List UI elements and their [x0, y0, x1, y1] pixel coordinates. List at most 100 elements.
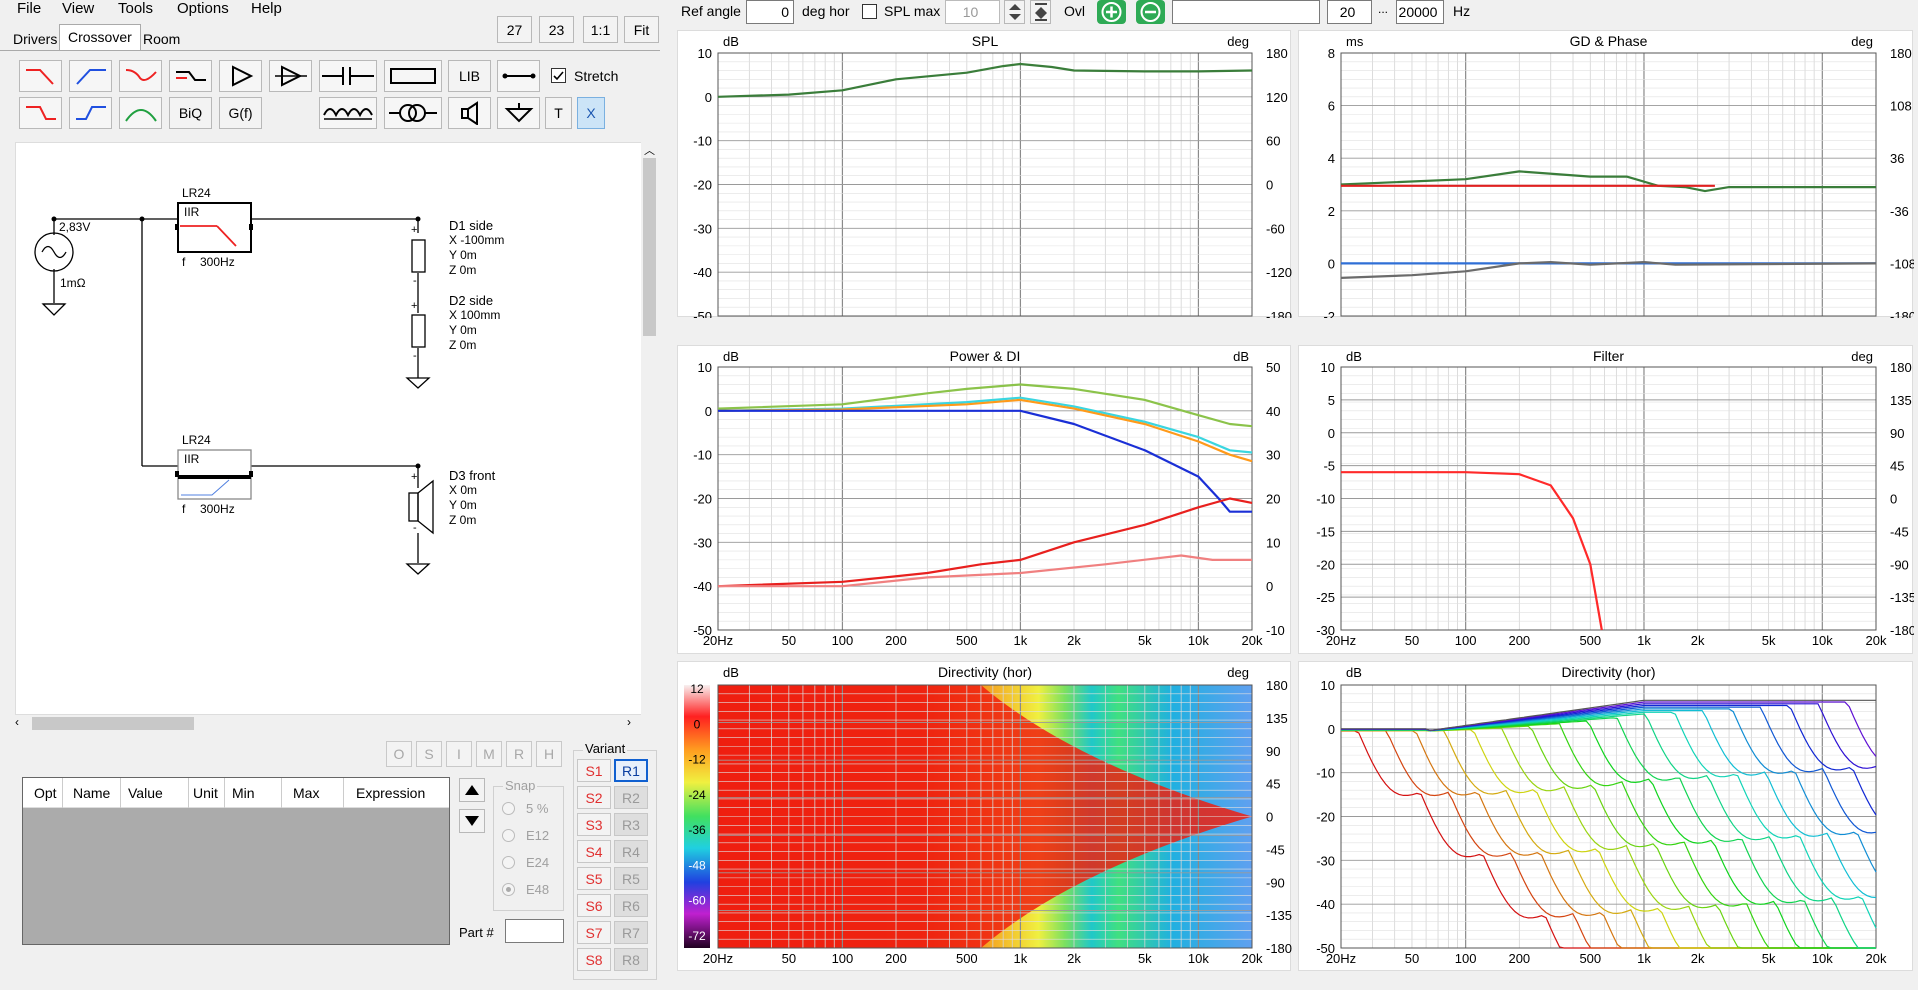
- spl-max-checkbox[interactable]: [862, 4, 877, 19]
- zoom-1to1-button[interactable]: 1:1: [583, 16, 618, 43]
- zoom-fit-button[interactable]: Fit: [624, 16, 659, 43]
- overlay-remove-icon[interactable]: [1136, 0, 1165, 24]
- menu-tools[interactable]: Tools: [118, 0, 153, 17]
- variant-r1-button[interactable]: R1: [614, 759, 648, 782]
- variant-r2-button[interactable]: R2: [614, 786, 648, 809]
- schematic-horizontal-scrollbar[interactable]: ‹ ›: [15, 715, 642, 732]
- col-unit[interactable]: Unit: [193, 785, 218, 801]
- amplifier-icon[interactable]: [219, 60, 262, 92]
- transformer-icon[interactable]: [384, 97, 442, 129]
- opt-r-button[interactable]: R: [506, 741, 532, 767]
- block1-title[interactable]: LR24: [182, 186, 211, 200]
- move-up-button[interactable]: [459, 778, 485, 802]
- menu-view[interactable]: View: [62, 0, 94, 17]
- inductor-icon[interactable]: [319, 97, 377, 129]
- scroll-thumb[interactable]: [643, 158, 656, 336]
- tab-room[interactable]: Room: [135, 27, 188, 51]
- snap-e48-radio[interactable]: [502, 883, 515, 896]
- overlay-add-icon[interactable]: [1097, 0, 1126, 24]
- scroll-up-icon[interactable]: ︿: [644, 142, 655, 158]
- spl-max-reset-icon[interactable]: [1030, 0, 1051, 24]
- variant-s2-button[interactable]: S2: [577, 786, 611, 809]
- schematic-vertical-scrollbar[interactable]: ︿: [641, 142, 658, 715]
- x-tool-button[interactable]: X: [577, 97, 605, 129]
- biquad-button[interactable]: BiQ: [169, 97, 212, 129]
- hscroll-thumb[interactable]: [32, 717, 194, 730]
- lowpass-red-icon[interactable]: [19, 60, 62, 92]
- speaker-icon[interactable]: [448, 97, 491, 129]
- bandpass-green-icon[interactable]: [119, 97, 162, 129]
- snap-e24-radio[interactable]: [502, 856, 515, 869]
- menu-options[interactable]: Options: [177, 0, 229, 17]
- chart-panel-dirmap[interactable]: Directivity (hor) dB deg 12 0 -12 -24 -36 -48 -60…: [677, 661, 1292, 971]
- spl-max-spinner[interactable]: [1004, 0, 1025, 24]
- spl-max-input[interactable]: 10: [945, 0, 1000, 24]
- tab-drivers[interactable]: Drivers: [5, 27, 65, 51]
- opt-i-button[interactable]: I: [446, 741, 472, 767]
- zoom-23-button[interactable]: 23: [539, 16, 574, 43]
- chart-panel-gd[interactable]: GD & Phase ms deg 8 6 4 2 0 -2 180 108 36 -36 -108 -18…: [1298, 30, 1914, 318]
- block2-title[interactable]: LR24: [182, 433, 211, 447]
- opt-h-button[interactable]: H: [536, 741, 562, 767]
- text-tool-button[interactable]: T: [545, 97, 572, 129]
- variant-s8-button[interactable]: S8: [577, 948, 611, 971]
- col-max[interactable]: Max: [293, 785, 319, 801]
- menu-file[interactable]: File: [17, 0, 41, 17]
- driver-d3-label[interactable]: D3 front X 0m Y 0m Z 0m: [449, 468, 495, 528]
- opt-m-button[interactable]: M: [476, 741, 502, 767]
- variant-r8-button[interactable]: R8: [614, 948, 648, 971]
- optimizer-table[interactable]: Opt Name Value Unit Min Max Expression: [22, 777, 450, 945]
- variant-r7-button[interactable]: R7: [614, 921, 648, 944]
- part-number-input[interactable]: [505, 919, 564, 943]
- highpass-blue-icon[interactable]: [69, 60, 112, 92]
- overlay-name-input[interactable]: [1172, 0, 1320, 24]
- capacitor-icon[interactable]: [319, 60, 377, 92]
- wire-icon[interactable]: [497, 60, 540, 92]
- variant-s7-button[interactable]: S7: [577, 921, 611, 944]
- variant-s6-button[interactable]: S6: [577, 894, 611, 917]
- gf-button[interactable]: G(f): [219, 97, 262, 129]
- freq-max-input[interactable]: 20000: [1396, 0, 1444, 24]
- opt-o-button[interactable]: O: [386, 741, 412, 767]
- chart-panel-power[interactable]: Power & DI dB dB 10 0 -10 -20 -30 -40 -50 50 40 30 20…: [677, 345, 1291, 654]
- variant-s3-button[interactable]: S3: [577, 813, 611, 836]
- variant-r4-button[interactable]: R4: [614, 840, 648, 863]
- driver-d1-label[interactable]: D1 side X -100mm Y 0m Z 0m: [449, 218, 504, 278]
- resistor-icon[interactable]: [384, 60, 442, 92]
- chart-panel-spl[interactable]: SPL dB deg 10 0 -10 -20 -30 -40 -50 180 120 60 0 -60 -1…: [677, 30, 1292, 318]
- lowpass-red-2-icon[interactable]: [19, 97, 62, 129]
- col-expression[interactable]: Expression: [356, 785, 425, 801]
- zoom-27-button[interactable]: 27: [497, 16, 532, 43]
- variant-r6-button[interactable]: R6: [614, 894, 648, 917]
- ref-angle-input[interactable]: 0: [746, 0, 794, 24]
- variant-s4-button[interactable]: S4: [577, 840, 611, 863]
- scroll-left-icon[interactable]: ‹: [15, 715, 19, 729]
- col-min[interactable]: Min: [232, 785, 255, 801]
- highpass-blue-2-icon[interactable]: [69, 97, 112, 129]
- col-opt[interactable]: Opt: [34, 785, 57, 801]
- col-value[interactable]: Value: [128, 785, 163, 801]
- variant-r3-button[interactable]: R3: [614, 813, 648, 836]
- opt-s-button[interactable]: S: [416, 741, 442, 767]
- scroll-right-icon[interactable]: ›: [627, 715, 631, 729]
- stretch-checkbox[interactable]: [551, 68, 566, 83]
- notch-red-icon[interactable]: [119, 60, 162, 92]
- snap-e12-radio[interactable]: [502, 829, 515, 842]
- chart-panel-filter[interactable]: Filter dB deg 10 5 0 -5 -10 -15 -20 -25 -30 180 135 90…: [1298, 345, 1914, 654]
- ground-icon[interactable]: [497, 97, 540, 129]
- chart-panel-dirlines[interactable]: Directivity (hor) dB 10 0 -10 -20 -30 -40 -50 20H…: [1298, 661, 1913, 971]
- col-name[interactable]: Name: [73, 785, 110, 801]
- variant-r5-button[interactable]: R5: [614, 867, 648, 890]
- opamp-icon[interactable]: [269, 60, 312, 92]
- driver-d2-label[interactable]: D2 side X 100mm Y 0m Z 0m: [449, 293, 500, 353]
- library-button[interactable]: LIB: [448, 60, 491, 92]
- menu-help[interactable]: Help: [251, 0, 282, 17]
- variant-s5-button[interactable]: S5: [577, 867, 611, 890]
- schematic-canvas[interactable]: + - + - + - 2,83V 1mΩ LR24 IIR f 300Hz LR24…: [15, 142, 642, 715]
- move-down-button[interactable]: [459, 809, 485, 833]
- shelf-icon[interactable]: [169, 60, 212, 92]
- snap-5pct-radio[interactable]: [502, 802, 515, 815]
- tab-crossover[interactable]: Crossover: [59, 24, 141, 51]
- variant-s1-button[interactable]: S1: [577, 759, 611, 782]
- freq-min-input[interactable]: 20: [1327, 0, 1372, 24]
